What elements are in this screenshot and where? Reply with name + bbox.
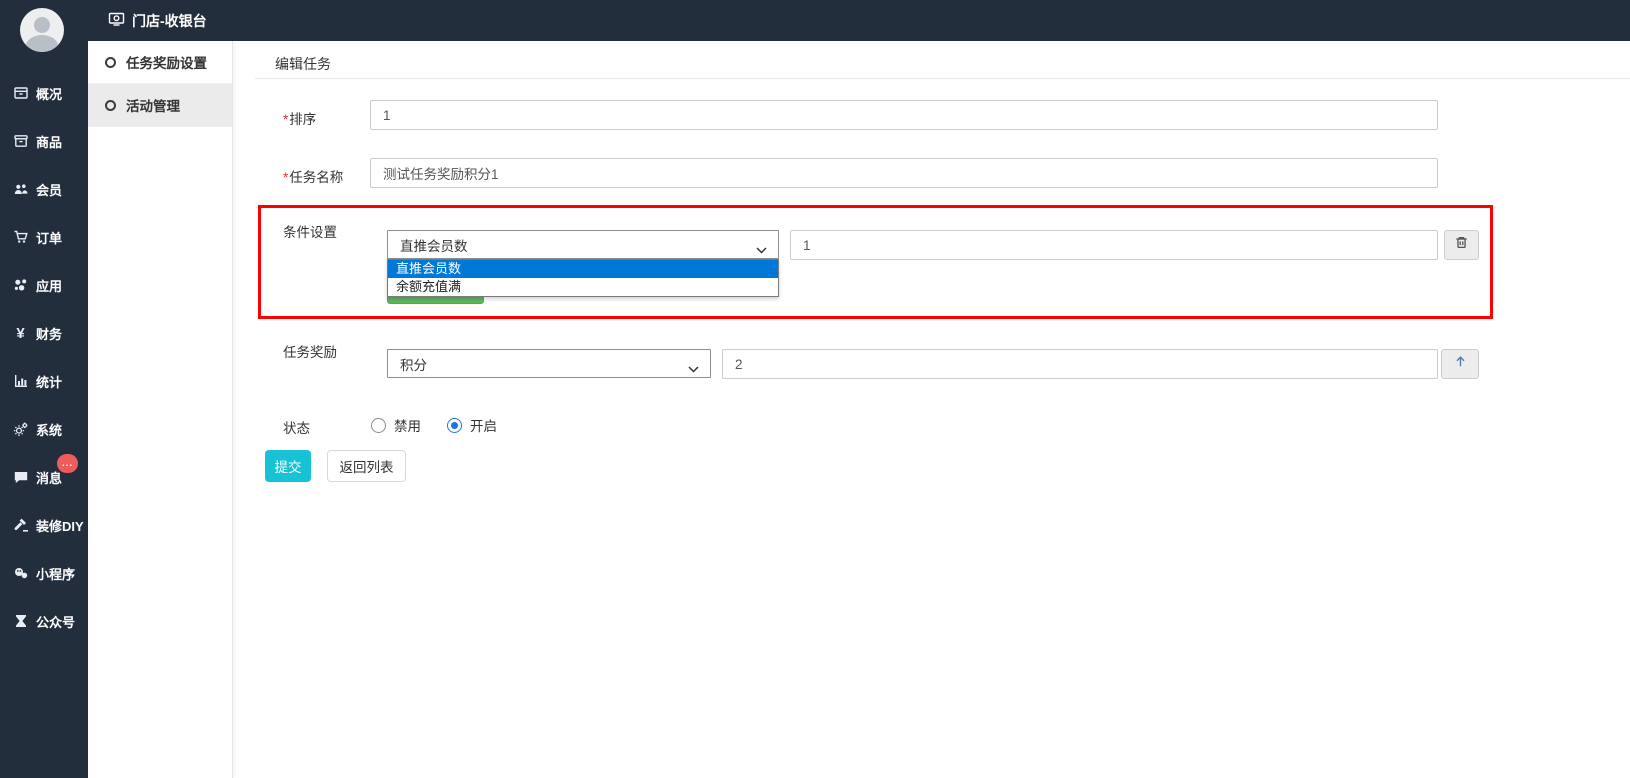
- delete-condition-button[interactable]: [1444, 230, 1479, 260]
- radio-disabled-label[interactable]: 禁用: [394, 415, 421, 435]
- users-icon: [12, 181, 29, 198]
- condition-dropdown-list: 直推会员数 余额充值满: [387, 259, 779, 297]
- gears-icon: [12, 421, 29, 438]
- dropdown-option-balance-recharge[interactable]: 余额充值满: [388, 278, 778, 296]
- content-header: 编辑任务: [255, 54, 1630, 79]
- submenu-item-task-reward-settings[interactable]: 任务奖励设置: [88, 41, 232, 84]
- reward-value-input[interactable]: [722, 349, 1438, 379]
- sort-label: *排序: [283, 108, 316, 128]
- chat-bubble-icon: [12, 469, 29, 486]
- reward-type-select[interactable]: 积分: [387, 349, 711, 378]
- sidebar-item-finance[interactable]: ¥ 财务: [0, 320, 88, 346]
- sidebar-item-apps[interactable]: 应用: [0, 272, 88, 298]
- messages-badge: ...: [57, 454, 78, 473]
- secondary-sidebar: 任务奖励设置 活动管理: [88, 41, 233, 778]
- chevron-down-icon: [756, 242, 767, 257]
- page: 门店-收银台 概况 商品 会员 订单 应用 ¥ 财务: [0, 0, 1630, 778]
- miniprogram-icon: [12, 565, 29, 582]
- yen-icon: ¥: [12, 325, 29, 342]
- avatar[interactable]: [20, 8, 64, 52]
- overview-box-icon: [12, 85, 29, 102]
- sidebar-item-label: 统计: [36, 372, 62, 391]
- radio-disabled[interactable]: [371, 418, 386, 433]
- gavel-icon: [12, 517, 29, 534]
- sidebar-item-goods[interactable]: 商品: [0, 128, 88, 154]
- sidebar-item-diy[interactable]: 装修DIY: [0, 512, 88, 538]
- task-name-label: *任务名称: [283, 166, 343, 186]
- sidebar-item-label: 订单: [36, 228, 62, 247]
- sidebar-item-members[interactable]: 会员: [0, 176, 88, 202]
- dropdown-option-direct-members[interactable]: 直推会员数: [388, 260, 778, 278]
- radio-enabled-label[interactable]: 开启: [470, 415, 497, 435]
- topbar: 门店-收银台: [0, 0, 1630, 41]
- sidebar-item-label: 财务: [36, 324, 62, 343]
- sidebar-item-label: 小程序: [36, 564, 75, 583]
- bar-chart-icon: [12, 373, 29, 390]
- sidebar-item-label: 公众号: [36, 612, 75, 631]
- sort-input[interactable]: [370, 100, 1438, 130]
- sidebar-item-label: 应用: [36, 276, 62, 295]
- required-mark: *: [283, 170, 288, 185]
- arrow-up-icon: [1453, 354, 1468, 374]
- sidebar-item-label: 概况: [36, 84, 62, 103]
- reward-selected-value: 积分: [400, 354, 427, 374]
- circle-icon: [105, 100, 116, 111]
- app-title-wrap: 门店-收银台: [108, 0, 207, 41]
- sidebar-item-stats[interactable]: 统计: [0, 368, 88, 394]
- sidebar-item-system[interactable]: 系统: [0, 416, 88, 442]
- sidebar-item-overview[interactable]: 概况: [0, 80, 88, 106]
- condition-type-select[interactable]: 直推会员数: [387, 230, 779, 259]
- app-title: 门店-收银台: [132, 11, 207, 31]
- sidebar-item-label: 商品: [36, 132, 62, 151]
- task-name-input[interactable]: [370, 158, 1438, 188]
- main-sidebar: 概况 商品 会员 订单 应用 ¥ 财务 统计 系统: [0, 0, 88, 778]
- move-up-button[interactable]: [1441, 349, 1479, 379]
- cart-icon: [12, 229, 29, 246]
- cashier-icon: [108, 11, 125, 30]
- back-to-list-button[interactable]: 返回列表: [327, 450, 406, 482]
- hourglass-icon: [12, 613, 29, 630]
- required-mark: *: [283, 112, 288, 127]
- sidebar-item-label: 会员: [36, 180, 62, 199]
- sidebar-item-label: 系统: [36, 420, 62, 439]
- status-radio-group: 禁用 开启: [371, 415, 515, 435]
- submenu-item-label: 任务奖励设置: [126, 52, 207, 72]
- trash-icon: [1454, 235, 1469, 255]
- condition-value-input[interactable]: [790, 230, 1438, 260]
- page-title: 编辑任务: [275, 54, 331, 74]
- submenu-item-activity-management[interactable]: 活动管理: [88, 84, 232, 127]
- sidebar-item-label: 消息: [36, 468, 62, 487]
- condition-selected-value: 直推会员数: [400, 235, 468, 255]
- status-label: 状态: [283, 417, 310, 437]
- apps-icon: [12, 277, 29, 294]
- sidebar-item-orders[interactable]: 订单: [0, 224, 88, 250]
- radio-enabled[interactable]: [447, 418, 462, 433]
- sidebar-item-label: 装修DIY: [36, 516, 84, 535]
- submenu-item-label: 活动管理: [126, 95, 180, 115]
- circle-icon: [105, 57, 116, 68]
- sidebar-item-official-account[interactable]: 公众号: [0, 608, 88, 634]
- condition-label: 条件设置: [283, 221, 337, 241]
- reward-label: 任务奖励: [283, 341, 337, 361]
- submit-button[interactable]: 提交: [265, 450, 311, 482]
- sidebar-item-miniprogram[interactable]: 小程序: [0, 560, 88, 586]
- chevron-down-icon: [688, 361, 699, 376]
- goods-box-icon: [12, 133, 29, 150]
